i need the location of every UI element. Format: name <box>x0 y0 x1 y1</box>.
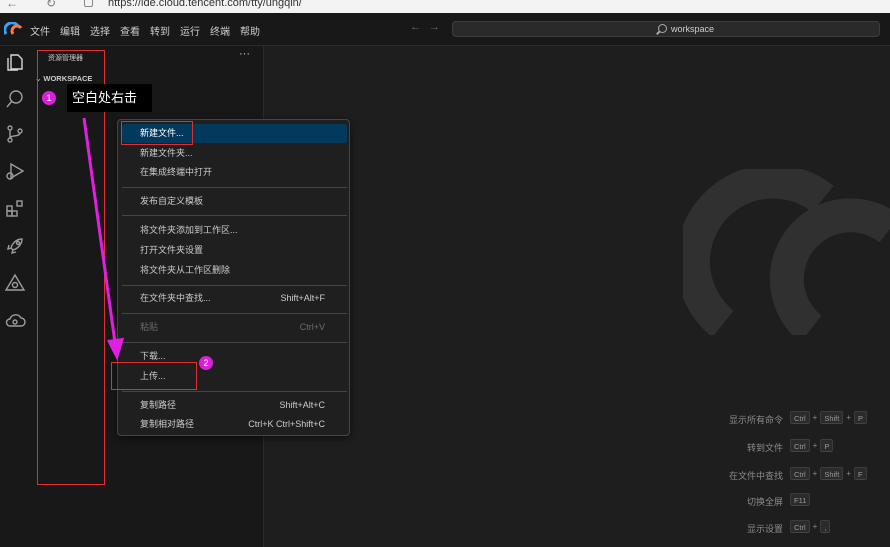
extensions-icon[interactable] <box>4 198 26 220</box>
step-2-badge: 2 <box>199 356 213 370</box>
menu-item-remove-folder[interactable]: 将文件夹从工作区删除 <box>122 261 347 280</box>
sidebar-highlight-box <box>37 50 105 485</box>
menu-item-publish-template[interactable]: 发布自定义模板 <box>122 192 347 211</box>
menu-view[interactable]: 查看 <box>120 23 140 38</box>
run-debug-icon[interactable] <box>4 160 26 182</box>
menu-item-new-folder[interactable]: 新建文件夹... <box>122 144 347 163</box>
menu-go[interactable]: 转到 <box>150 23 170 38</box>
upload-highlight-box <box>111 362 197 390</box>
menu-selection[interactable]: 选择 <box>90 23 110 38</box>
menu-separator <box>122 187 347 188</box>
menu-terminal[interactable]: 终端 <box>210 23 230 38</box>
menu-separator <box>122 313 347 314</box>
source-control-icon[interactable] <box>4 123 26 145</box>
page-info-icon[interactable] <box>84 0 93 7</box>
menu-help[interactable]: 帮助 <box>240 23 260 38</box>
search-text: workspace <box>671 24 715 34</box>
cloudstudio-logo-icon <box>4 22 22 35</box>
shortcut-row: 显示设置 Ctrl +, <box>700 520 890 536</box>
shortcut-row: 转到文件 Ctrl + P <box>700 439 890 455</box>
browser-address-bar: ← ↻ https://ide.cloud.tencent.com/tty/un… <box>0 0 890 13</box>
triangle-icon[interactable] <box>4 272 26 294</box>
menu-item-copy-relative-path[interactable]: 复制相对路径 Ctrl+K Ctrl+Shift+C <box>122 415 347 434</box>
search-icon[interactable] <box>4 88 26 110</box>
more-actions-icon[interactable]: ··· <box>239 48 250 60</box>
menu-file[interactable]: 文件 <box>30 23 50 38</box>
new-file-highlight-box <box>121 121 193 145</box>
activity-bar <box>0 46 31 547</box>
shortcut-row: 在文件中查找 Ctrl + Shift + F <box>700 467 890 483</box>
menu-item-copy-path[interactable]: 复制路径 Shift+Alt+C <box>122 396 347 415</box>
cloud-icon[interactable] <box>4 309 26 331</box>
menu-item-paste: 粘贴 Ctrl+V <box>140 322 325 332</box>
menu-item-add-folder-to-workspace[interactable]: 将文件夹添加到工作区... <box>122 221 347 240</box>
shortcut-row: 显示所有命令 Ctrl + Shift + P <box>700 411 890 427</box>
menu-item-folder-settings[interactable]: 打开文件夹设置 <box>122 241 347 260</box>
menu-separator <box>122 391 347 392</box>
menu-edit[interactable]: 编辑 <box>60 23 80 38</box>
menu-separator <box>122 342 347 343</box>
back-arrow-icon[interactable]: ← <box>410 21 429 33</box>
menu-separator <box>122 285 347 286</box>
reload-icon[interactable]: ↻ <box>46 0 56 10</box>
menu-item-open-in-terminal[interactable]: 在集成终端中打开 <box>122 163 347 182</box>
rocket-icon[interactable] <box>4 235 26 257</box>
menu-item-find-in-folder[interactable]: 在文件夹中查找... Shift+Alt+F <box>122 289 347 308</box>
back-icon[interactable]: ← <box>6 0 18 10</box>
step-1-tooltip: 空白处右击 <box>67 84 152 112</box>
files-icon[interactable] <box>4 51 26 73</box>
step-1-badge: 1 <box>42 91 56 105</box>
forward-arrow-icon[interactable]: → <box>429 21 448 33</box>
shortcut-row: 切换全屏 F11 <box>700 493 890 509</box>
title-bar: 文件 编辑 选择 查看 转到 运行 终端 帮助 ←→ workspace <box>0 13 890 46</box>
nav-arrows: ←→ <box>410 21 448 33</box>
url-field[interactable]: https://ide.cloud.tencent.com/tty/ungqin… <box>108 0 302 9</box>
menu-bar: 文件 编辑 选择 查看 转到 运行 终端 帮助 <box>30 23 260 38</box>
cloudstudio-watermark-icon <box>683 169 890 335</box>
menu-separator <box>122 215 347 216</box>
menu-run[interactable]: 运行 <box>180 23 200 38</box>
search-icon <box>658 24 667 33</box>
command-center-search[interactable]: workspace <box>452 21 880 37</box>
